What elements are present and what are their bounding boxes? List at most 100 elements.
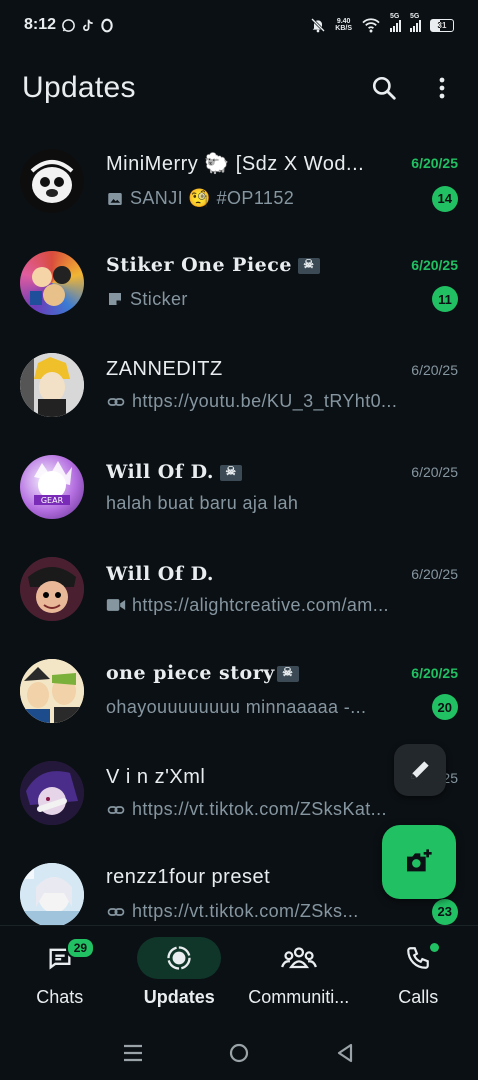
mute-bell-icon xyxy=(310,17,326,33)
avatar[interactable] xyxy=(20,863,84,925)
battery-level: 31 xyxy=(437,20,447,30)
pirate-flag-icon xyxy=(220,464,243,481)
page-title: Updates xyxy=(22,71,136,104)
avatar[interactable] xyxy=(20,251,84,315)
system-nav-bar xyxy=(0,1025,478,1080)
chat-name: V i n z'Xml xyxy=(106,766,206,788)
preview-wrap: https://vt.tiktok.com/ZSks... xyxy=(106,901,422,922)
recent-apps-button[interactable] xyxy=(118,1038,148,1068)
chat-preview: https://vt.tiktok.com/ZSks... xyxy=(132,901,359,921)
chat-line-2: Sticker 11 xyxy=(106,286,458,312)
tab-communities[interactable]: Communiti... xyxy=(239,926,359,1025)
avatar[interactable] xyxy=(20,149,84,213)
chat-line-1: MiniMerry 🐑 [Sdz X Wod... 6/20/25 xyxy=(106,151,458,176)
chat-line-2: SANJI 🧐 #OP1152 14 xyxy=(106,185,458,212)
preview-wrap: ohayouuuuuuuu minnaaaaa -... xyxy=(106,697,422,718)
search-button[interactable] xyxy=(370,74,398,102)
tab-label: Calls xyxy=(398,987,439,1007)
avatar[interactable] xyxy=(20,353,84,417)
updates-icon xyxy=(167,946,191,970)
status-time: 8:12 xyxy=(24,16,57,33)
more-options-button[interactable] xyxy=(428,74,456,102)
chat-time: 6/20/25 xyxy=(411,463,458,480)
chat-time: 6/20/25 xyxy=(411,155,458,171)
sim1-label: 5G xyxy=(390,13,400,20)
chat-preview: Sticker xyxy=(130,288,188,309)
wifi-icon xyxy=(361,17,381,33)
preview-wrap: https://alightcreative.com/am... xyxy=(106,595,458,616)
status-right: 9.40 KB/S 5G 5G 31 xyxy=(310,13,454,33)
chat-line-2: https://youtu.be/KU_3_tRYht0... xyxy=(106,391,458,412)
link-icon xyxy=(106,801,126,819)
sim2-signal-icon: 5G xyxy=(410,13,421,32)
network-speed-unit: KB/S xyxy=(335,25,352,32)
tab-updates[interactable]: Updates xyxy=(120,926,240,1025)
chat-line-1: Will Of D. 6/20/25 xyxy=(106,461,458,483)
chats-unread-badge: 29 xyxy=(65,937,96,959)
chat-preview: SANJI 🧐 #OP1152 xyxy=(130,188,295,208)
chat-line-1: ZANNEDITZ 6/20/25 xyxy=(106,358,458,381)
chat-line-2: https://alightcreative.com/am... xyxy=(106,595,458,616)
chat-preview: ohayouuuuuuuu minnaaaaa -... xyxy=(106,696,367,717)
whatsapp-notification-icon xyxy=(61,18,76,33)
app-header: Updates xyxy=(0,58,478,118)
preview-wrap: halah buat baru aja lah xyxy=(106,493,458,514)
more-vertical-icon xyxy=(439,77,445,99)
chat-time: 6/20/25 xyxy=(411,257,458,273)
avatar[interactable]: GEAR xyxy=(20,455,84,519)
tab-calls[interactable]: Calls xyxy=(359,926,478,1025)
link-icon xyxy=(106,393,126,411)
chat-row-stiker-one-piece[interactable]: Stiker One Piece 6/20/25 Sticker 11 xyxy=(0,232,478,334)
preview-wrap: SANJI 🧐 #OP1152 xyxy=(106,188,422,209)
communities-icon xyxy=(280,947,317,969)
chat-row-will-of-d-1[interactable]: GEAR Will Of D. 6/20/25 halah buat baru … xyxy=(0,436,478,538)
chat-line-2: https://vt.tiktok.com/ZSksKat... xyxy=(106,799,458,820)
chat-body: MiniMerry 🐑 [Sdz X Wod... 6/20/25 SANJI … xyxy=(106,151,458,212)
chat-name-text: Stiker One Piece xyxy=(106,254,292,276)
sticker-icon xyxy=(106,290,124,308)
tiktok-notification-icon xyxy=(81,18,95,33)
tab-label: Updates xyxy=(143,987,215,1007)
chat-preview: https://alightcreative.com/am... xyxy=(132,594,389,615)
chat-row-one-piece-story[interactable]: one piece story 6/20/25 ohayouuuuuuuu mi… xyxy=(0,640,478,742)
chat-body: one piece story 6/20/25 ohayouuuuuuuu mi… xyxy=(106,662,458,720)
video-icon xyxy=(106,597,126,613)
network-speed-value: 9.40 xyxy=(336,18,351,25)
avatar[interactable] xyxy=(20,659,84,723)
avatar[interactable] xyxy=(20,761,84,825)
chat-row-will-of-d-2[interactable]: Will Of D. 6/20/25 https://alightcreativ… xyxy=(0,538,478,640)
chat-time: 6/20/25 xyxy=(411,361,458,378)
chat-name-text: Will Of D. xyxy=(106,460,215,483)
chat-line-1: Stiker One Piece 6/20/25 xyxy=(106,254,458,276)
unread-badge: 23 xyxy=(431,898,458,925)
tab-chats[interactable]: 29 Chats xyxy=(0,926,120,1025)
chat-name: one piece story xyxy=(106,662,403,684)
sim2-label: 5G xyxy=(410,13,420,20)
chat-row-zanneditz[interactable]: ZANNEDITZ 6/20/25 https://youtu.be/KU_3_… xyxy=(0,334,478,436)
pencil-icon xyxy=(411,761,429,779)
network-speed: 9.40 KB/S xyxy=(335,18,352,32)
chat-body: Will Of D. 6/20/25 halah buat baru aja l… xyxy=(106,461,458,514)
chat-body: ZANNEDITZ 6/20/25 https://youtu.be/KU_3_… xyxy=(106,358,458,412)
chat-row-minimerry[interactable]: MiniMerry 🐑 [Sdz X Wod... 6/20/25 SANJI … xyxy=(0,130,478,232)
calls-notification-dot xyxy=(430,943,440,952)
unread-badge: 14 xyxy=(431,185,458,212)
home-button[interactable] xyxy=(224,1038,254,1068)
chat-preview: https://vt.tiktok.com/ZSksKat... xyxy=(132,799,387,819)
chat-name: MiniMerry 🐑 [Sdz X Wod... xyxy=(106,152,365,175)
chat-line-1: one piece story 6/20/25 xyxy=(106,662,458,684)
preview-wrap: Sticker xyxy=(106,289,422,310)
chat-name: Will Of D. xyxy=(106,562,215,585)
chat-preview: https://youtu.be/KU_3_tRYht0... xyxy=(132,391,398,411)
new-camera-status-button[interactable] xyxy=(382,825,456,899)
bottom-nav: 29 Chats Updates Communiti... Calls xyxy=(0,925,478,1025)
chat-line-2: https://vt.tiktok.com/ZSks... 23 xyxy=(106,898,458,925)
preview-wrap: https://youtu.be/KU_3_tRYht0... xyxy=(106,391,458,412)
new-text-status-button[interactable] xyxy=(394,744,446,796)
header-actions xyxy=(370,74,456,102)
avatar[interactable] xyxy=(20,557,84,621)
nav-icon-wrap xyxy=(257,937,341,979)
back-triangle-icon xyxy=(337,1043,353,1062)
chat-preview: halah buat baru aja lah xyxy=(106,492,299,513)
back-button[interactable] xyxy=(330,1038,360,1068)
